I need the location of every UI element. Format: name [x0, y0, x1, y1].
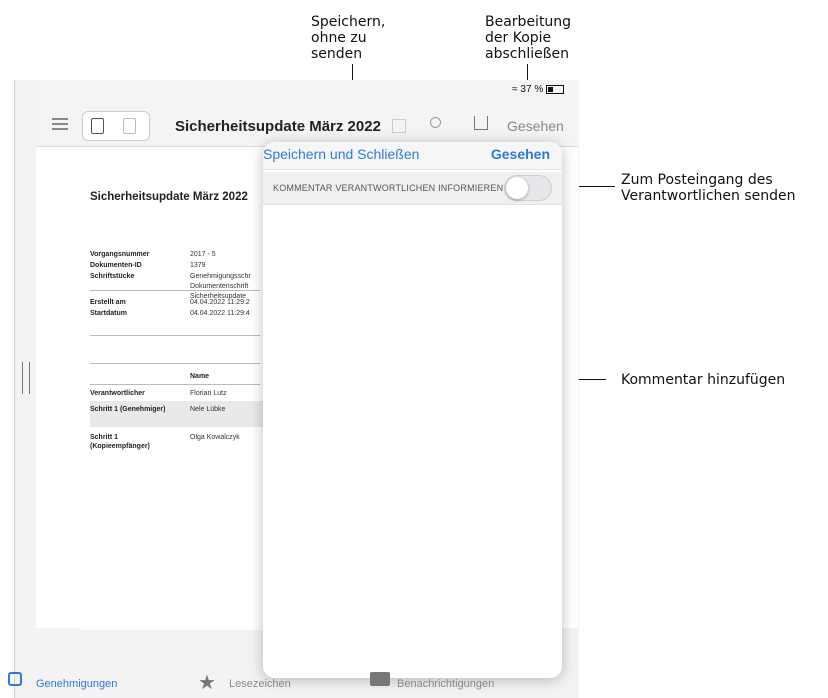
- edit-document-icon[interactable]: [123, 118, 136, 134]
- menu-icon[interactable]: [52, 118, 68, 130]
- popover-header: Speichern und Schließen Gesehen: [263, 142, 562, 170]
- toolbar-seen-button[interactable]: Gesehen: [507, 118, 564, 134]
- document-icon[interactable]: [91, 118, 104, 134]
- bookmark-star-icon[interactable]: ★: [198, 670, 216, 695]
- annotation-save-without-send: Speichern, ohne zu senden: [311, 14, 386, 62]
- annotation-finish-copy: Bearbeitung der Kopie abschließen: [485, 14, 572, 62]
- toolbar-title: Sicherheitsupdate März 2022: [175, 118, 381, 135]
- notify-responsible-toggle[interactable]: [504, 175, 552, 201]
- comment-input[interactable]: [263, 205, 562, 678]
- search-icon[interactable]: [430, 117, 441, 128]
- divider: [90, 363, 260, 364]
- toggle-knob: [506, 177, 528, 199]
- tab-bookmarks[interactable]: Lesezeichen: [229, 678, 291, 690]
- annotation-to-inbox: Zum Posteingang des Verantwortlichen sen…: [621, 172, 796, 204]
- document-preview: Sicherheitsupdate März 2022 Vorgangsnumm…: [80, 150, 270, 630]
- battery-icon: [546, 84, 564, 94]
- bottom-tab-bar: Genehmigungen ★ Lesezeichen Benachrichti…: [0, 672, 578, 698]
- seen-button[interactable]: Gesehen: [491, 146, 550, 162]
- document-view-toggle[interactable]: [82, 111, 150, 141]
- annotate-icon[interactable]: [392, 119, 406, 133]
- divider: [90, 335, 260, 336]
- battery-percent: 37 %: [520, 84, 544, 95]
- share-icon[interactable]: [474, 116, 488, 130]
- save-close-button[interactable]: Speichern und Schließen: [263, 146, 419, 162]
- notify-responsible-row: KOMMENTAR VERANTWORTLICHEN INFORMIEREN: [263, 172, 562, 205]
- document-title: Sicherheitsupdate März 2022: [90, 191, 248, 203]
- divider: [90, 384, 260, 385]
- tab-approvals[interactable]: Genehmigungen: [36, 678, 117, 690]
- status-bar: ≈ 37 %: [512, 84, 564, 95]
- notify-responsible-label: KOMMENTAR VERANTWORTLICHEN INFORMIEREN: [273, 183, 504, 193]
- approvals-icon[interactable]: [8, 672, 22, 686]
- tab-notifications[interactable]: Benachrichtigungen: [397, 678, 494, 690]
- comment-popover: Speichern und Schließen Gesehen KOMMENTA…: [263, 142, 562, 678]
- notification-icon[interactable]: [370, 672, 390, 686]
- wifi-icon: ≈: [512, 84, 518, 95]
- divider: [90, 290, 260, 291]
- annotation-add-comment: Kommentar hinzufügen: [621, 372, 786, 388]
- side-handle[interactable]: [22, 362, 30, 394]
